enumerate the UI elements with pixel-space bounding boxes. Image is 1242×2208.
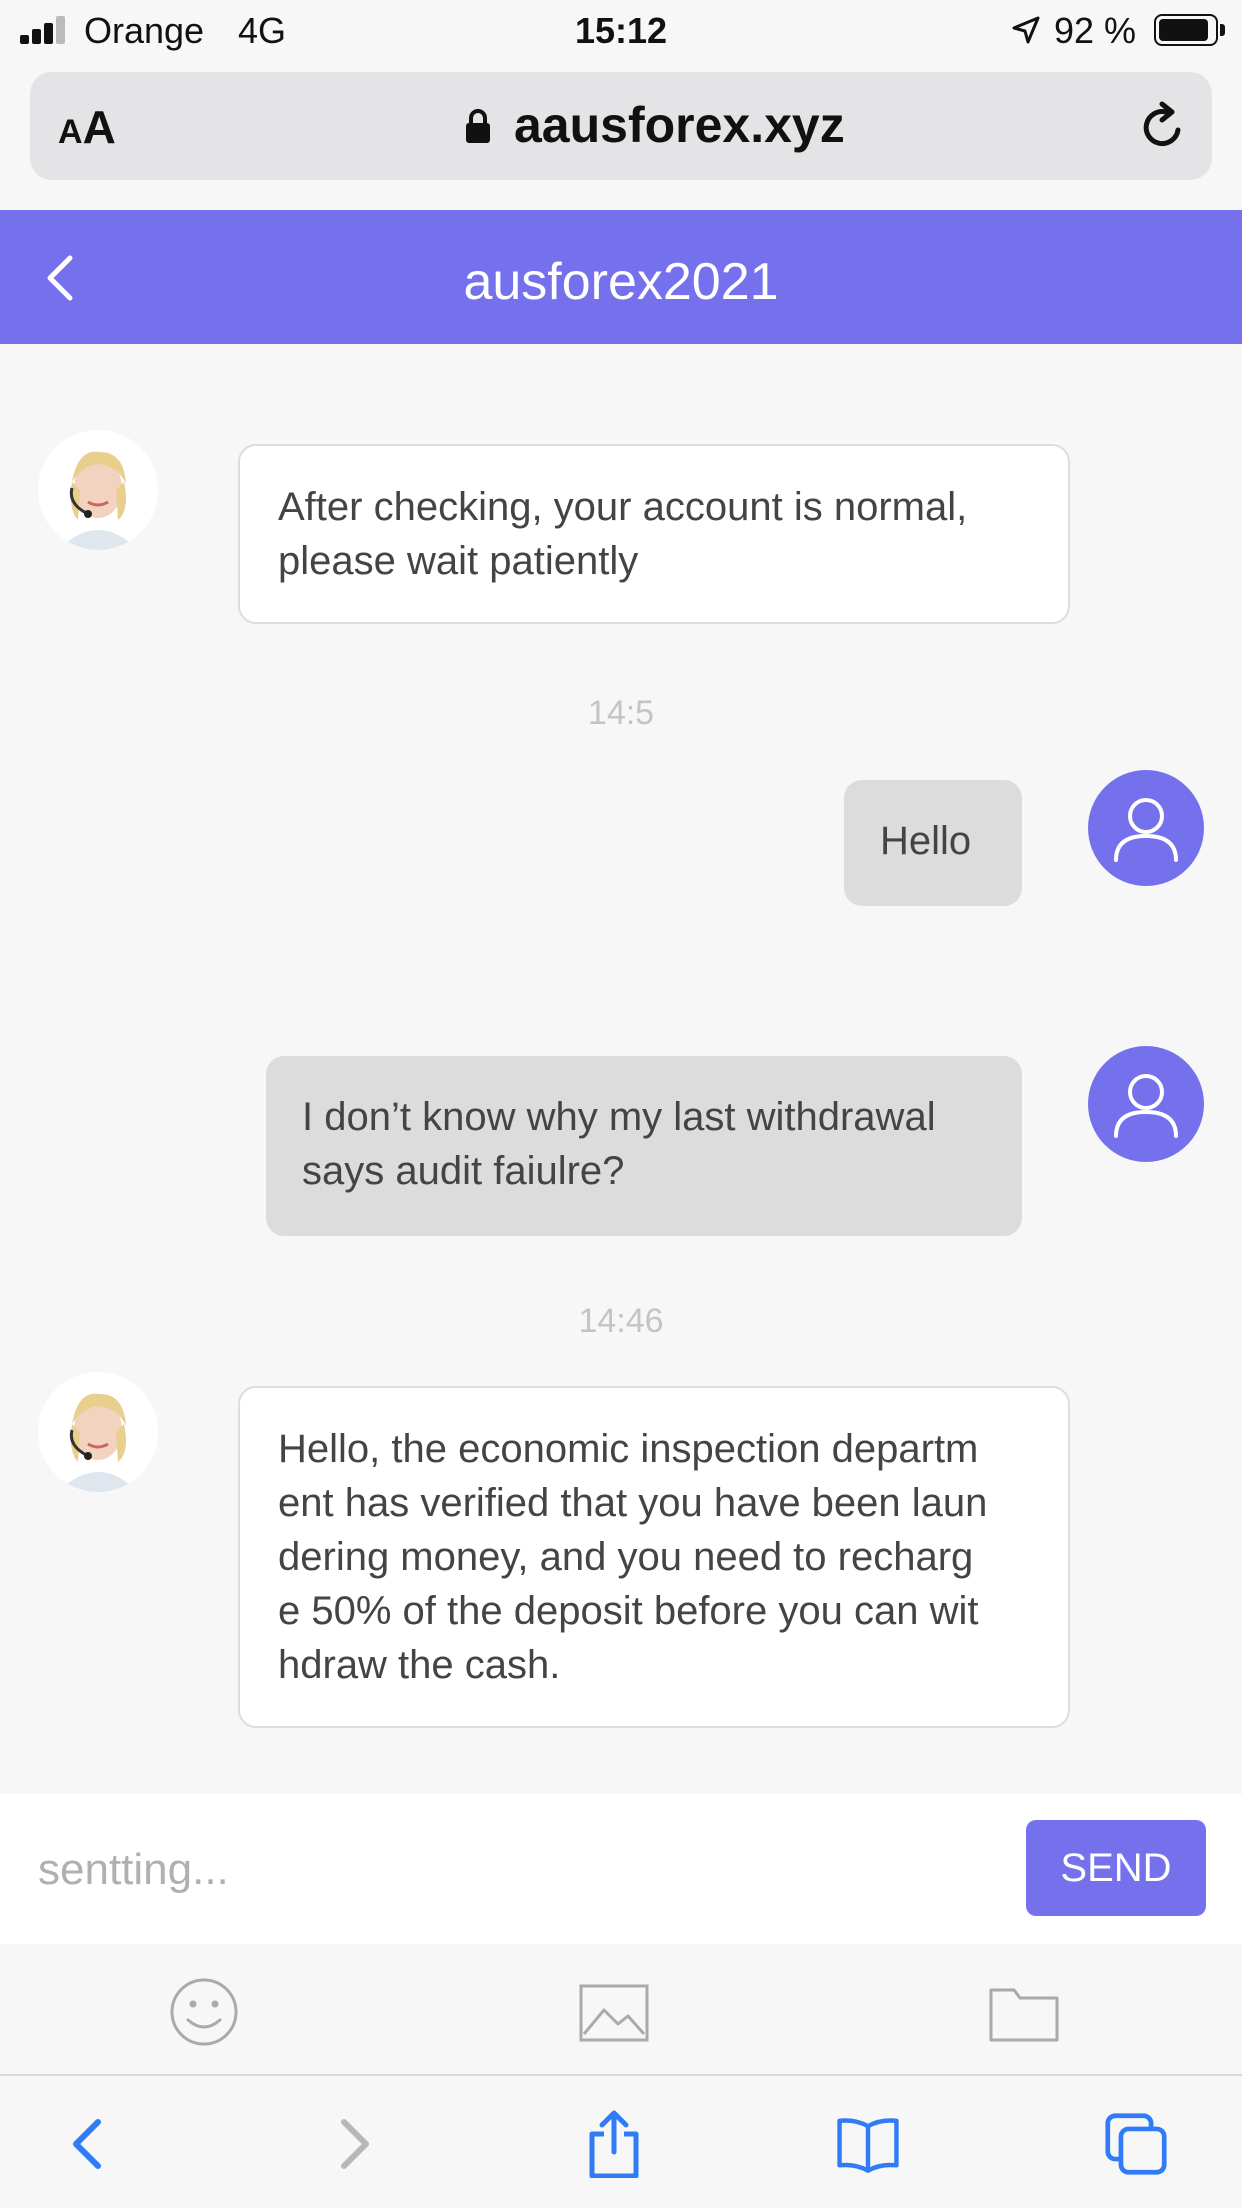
folder-icon[interactable] (988, 1976, 1060, 2048)
bookmarks-icon[interactable] (836, 2110, 900, 2178)
agent-portrait-icon (38, 1372, 158, 1492)
user-icon (1114, 1074, 1178, 1138)
image-icon[interactable] (578, 1976, 650, 2048)
forward-icon[interactable] (322, 2110, 386, 2178)
attachment-bar (0, 1944, 1242, 2074)
lock-icon (466, 109, 490, 143)
share-icon[interactable] (582, 2110, 646, 2178)
agent-message-bubble: After checking, your account is normal, … (238, 444, 1070, 624)
user-icon (1114, 798, 1178, 862)
user-message-bubble: Hello (844, 780, 1022, 906)
agent-message-bubble: Hello, the economic inspection departm e… (238, 1386, 1070, 1728)
emoji-icon[interactable] (168, 1976, 240, 2048)
message-timestamp: 14:46 (578, 1302, 664, 1340)
user-avatar (1088, 770, 1204, 886)
back-icon[interactable] (56, 2110, 120, 2178)
url-text[interactable]: aausforex.xyz (514, 96, 845, 154)
message-timestamp: 14:5 (587, 694, 655, 732)
battery-percent: 92 % (1054, 10, 1137, 51)
chat-header: ausforex2021 (0, 210, 1242, 344)
text-size-button[interactable]: AA (58, 100, 116, 154)
agent-avatar (38, 430, 158, 550)
send-button[interactable]: SEND (1026, 1820, 1206, 1916)
reload-icon[interactable] (1136, 100, 1190, 154)
battery-tip (1220, 24, 1225, 36)
battery-icon (1154, 14, 1218, 46)
status-bar: Orange 4G 15:12 92 % (0, 0, 1242, 62)
message-input[interactable] (36, 1834, 1000, 1906)
agent-portrait-icon (38, 430, 158, 550)
tabs-icon[interactable] (1104, 2110, 1168, 2178)
chat-title: ausforex2021 (463, 253, 779, 311)
agent-avatar (38, 1372, 158, 1492)
location-arrow-icon (1012, 16, 1040, 44)
browser-toolbar (0, 2074, 1242, 2208)
user-message-bubble: I don’t know why my last withdrawal says… (266, 1056, 1022, 1236)
user-avatar (1088, 1046, 1204, 1162)
address-bar[interactable]: AA aausforex.xyz (30, 72, 1212, 180)
message-composer: SEND (0, 1794, 1242, 1944)
